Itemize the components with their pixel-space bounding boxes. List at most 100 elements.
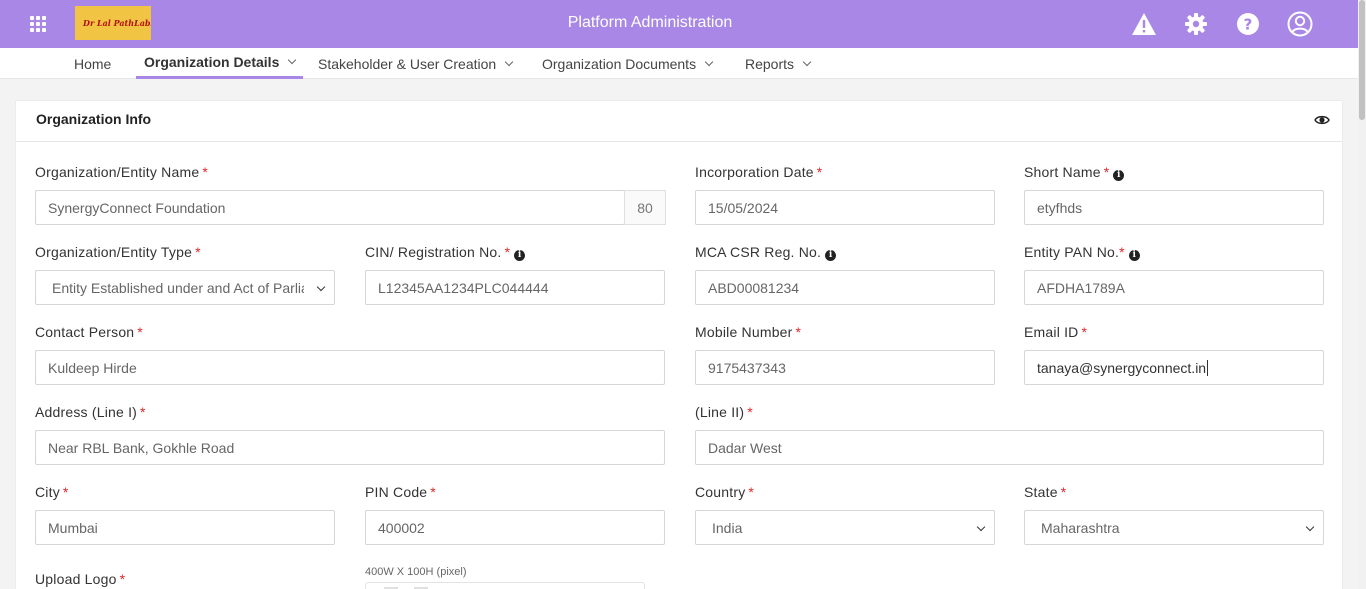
label-text: Country <box>695 484 746 500</box>
label-text: Organization/Entity Type <box>35 244 193 260</box>
address1-input[interactable]: Near RBL Bank, Gokhle Road <box>35 430 665 465</box>
info-icon[interactable]: i <box>1113 170 1125 181</box>
info-icon[interactable]: i <box>1128 250 1140 261</box>
email-label: Email ID * <box>1024 324 1087 340</box>
logo-size-hint: 400W X 100H (pixel) <box>365 566 467 578</box>
pan-input[interactable]: AFDHA1789A <box>1024 270 1324 305</box>
select-value: Maharashtra <box>1041 519 1120 536</box>
nav-reports[interactable]: Reports <box>737 48 818 79</box>
pin-label: PIN Code * <box>365 484 436 500</box>
short-name-label: Short Name * i <box>1024 164 1125 181</box>
required-mark: * <box>137 324 143 340</box>
info-icon[interactable]: i <box>825 250 837 261</box>
state-label: State * <box>1024 484 1066 500</box>
required-mark: * <box>816 164 823 180</box>
cin-label: CIN/ Registration No. * i <box>365 244 526 261</box>
required-mark: * <box>1081 324 1088 340</box>
address2-input[interactable]: Dadar West <box>695 430 1324 465</box>
main-nav: Home Organization Details Stakeholder & … <box>0 48 1358 79</box>
required-mark: * <box>140 404 146 420</box>
mobile-input[interactable]: 9175437343 <box>695 350 995 385</box>
label-text: MCA CSR Reg. No. <box>695 244 822 260</box>
mca-csr-label: MCA CSR Reg. No. i <box>695 244 837 261</box>
required-mark: * <box>747 404 753 420</box>
email-input[interactable]: tanaya@synergyconnect.in <box>1024 350 1324 385</box>
label-text: Short Name <box>1024 164 1101 180</box>
svg-text:?: ? <box>1244 16 1253 34</box>
user-profile-icon[interactable] <box>1286 10 1314 38</box>
city-label: City * <box>35 484 69 500</box>
incorporation-date-label: Incorporation Date * <box>695 164 822 180</box>
label-text: Entity PAN No. <box>1024 244 1120 260</box>
logo-upload-box[interactable] <box>365 582 645 589</box>
input-value: tanaya@synergyconnect.in <box>1037 359 1207 376</box>
nav-home[interactable]: Home <box>66 48 119 79</box>
address1-label: Address (Line I) * <box>35 404 146 420</box>
label-text: Contact Person <box>35 324 135 340</box>
char-counter: 80 <box>624 190 666 225</box>
state-select[interactable]: Maharashtra <box>1024 510 1324 545</box>
nav-organization-details[interactable]: Organization Details <box>136 48 304 79</box>
settings-icon[interactable] <box>1182 10 1210 38</box>
required-mark: * <box>62 484 69 500</box>
org-name-label: Organization/Entity Name * <box>35 164 208 180</box>
contact-person-label: Contact Person * <box>35 324 143 340</box>
incorporation-date-input[interactable]: 15/05/2024 <box>695 190 995 225</box>
contact-person-input[interactable]: Kuldeep Hirde <box>35 350 665 385</box>
org-type-label: Organization/Entity Type * <box>35 244 201 260</box>
text-cursor <box>1207 359 1209 376</box>
org-name-input[interactable]: SynergyConnect Foundation <box>35 190 625 225</box>
required-mark: * <box>1060 484 1067 500</box>
app-title: Platform Administration <box>567 14 733 31</box>
nav-label: Reports <box>745 55 795 72</box>
chevron-down-icon <box>288 55 297 65</box>
mca-csr-input[interactable]: ABD00081234 <box>695 270 995 305</box>
nav-organization-documents[interactable]: Organization Documents <box>534 48 720 79</box>
label-text: Organization/Entity Name <box>35 164 200 180</box>
select-value: Entity Established under and Act of Parl… <box>52 279 304 296</box>
required-mark: * <box>795 324 802 340</box>
label-text: Mobile Number <box>695 324 793 340</box>
country-label: Country * <box>695 484 754 500</box>
pin-input[interactable]: 400002 <box>365 510 665 545</box>
label-text: State <box>1024 484 1058 500</box>
info-icon[interactable]: i <box>514 250 526 261</box>
label-text: CIN/ Registration No. <box>365 244 502 260</box>
short-name-input[interactable]: etyfhds <box>1024 190 1324 225</box>
city-input[interactable]: Mumbai <box>35 510 335 545</box>
mobile-label: Mobile Number * <box>695 324 801 340</box>
header-actions: ? <box>1130 10 1314 38</box>
chevron-down-icon <box>976 522 986 532</box>
label-text: Address (Line I) <box>35 404 138 420</box>
card-header: Organization Info <box>16 101 1342 142</box>
chevron-down-icon <box>316 282 326 292</box>
upload-logo-label: Upload Logo * <box>35 571 125 587</box>
label-text: Upload Logo <box>35 571 117 587</box>
page-scrollbar[interactable] <box>1358 0 1366 589</box>
cin-input[interactable]: L12345AA1234PLC044444 <box>365 270 665 305</box>
required-mark: * <box>202 164 208 180</box>
label-text: PIN Code <box>365 484 428 500</box>
nav-label: Organization Details <box>144 54 280 70</box>
required-mark: * <box>430 484 436 500</box>
org-type-select[interactable]: Entity Established under and Act of Parl… <box>35 270 335 305</box>
required-mark: * <box>119 571 126 587</box>
scrollbar-thumb[interactable] <box>1359 0 1365 120</box>
nav-label: Organization Documents <box>542 55 697 72</box>
required-mark: * <box>504 244 511 260</box>
card-title: Organization Info <box>36 111 152 127</box>
nav-stakeholder-user-creation[interactable]: Stakeholder & User Creation <box>310 48 520 79</box>
alert-icon[interactable] <box>1130 10 1158 38</box>
country-select[interactable]: India <box>695 510 995 545</box>
nav-label: Stakeholder & User Creation <box>318 55 497 72</box>
select-value: India <box>712 519 743 536</box>
label-text: (Line II) <box>695 404 745 420</box>
nav-label: Home <box>74 55 112 72</box>
label-text: Email ID <box>1024 324 1079 340</box>
eye-icon[interactable] <box>1314 113 1330 131</box>
label-text: Incorporation Date <box>695 164 814 180</box>
chevron-down-icon <box>704 57 714 66</box>
help-icon[interactable]: ? <box>1234 10 1262 38</box>
required-mark: * <box>195 244 201 260</box>
required-mark: * <box>1103 164 1110 180</box>
